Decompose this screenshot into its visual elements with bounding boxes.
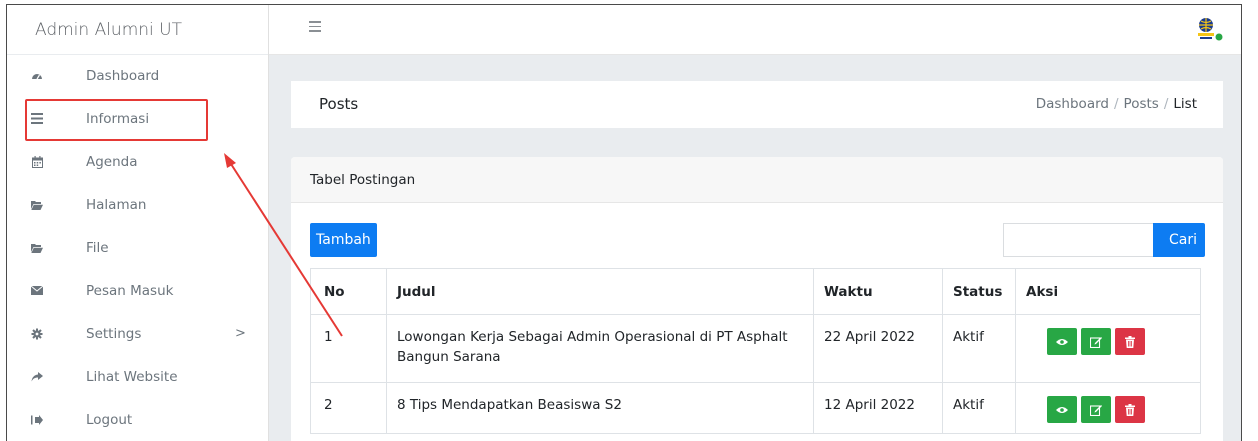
trash-icon xyxy=(1125,403,1135,416)
sidebar-item-label: Halaman xyxy=(86,196,147,213)
sidebar-item-agenda[interactable]: Agenda xyxy=(7,140,268,183)
column-header-judul: Judul xyxy=(386,268,814,315)
search-button[interactable]: Cari xyxy=(1153,223,1205,257)
cell-aksi xyxy=(1015,314,1201,383)
cell-judul: Lowongan Kerja Sebagai Admin Operasional… xyxy=(386,314,814,383)
sidebar-item-label: Pesan Masuk xyxy=(86,282,174,299)
sidebar-item-logout[interactable]: Logout xyxy=(7,398,268,441)
table-row: 2 8 Tips Mendapatkan Beasiswa S2 12 Apri… xyxy=(310,382,1201,434)
card-title: Tabel Postingan xyxy=(291,157,1223,203)
column-header-aksi: Aksi xyxy=(1015,268,1201,315)
sidebar-item-dashboard[interactable]: Dashboard xyxy=(7,54,268,97)
sidebar-item-lihat-website[interactable]: Lihat Website xyxy=(7,355,268,398)
edit-button[interactable] xyxy=(1081,328,1111,355)
view-button[interactable] xyxy=(1047,328,1077,355)
sidebar-item-settings[interactable]: Settings > xyxy=(7,312,268,355)
hamburger-icon[interactable] xyxy=(309,21,321,33)
cell-waktu: 22 April 2022 xyxy=(813,314,943,383)
sidebar-item-halaman[interactable]: Halaman xyxy=(7,183,268,226)
share-icon xyxy=(31,371,43,383)
chevron-right-icon: > xyxy=(235,326,246,341)
page-title: Posts xyxy=(319,95,359,113)
delete-button[interactable] xyxy=(1115,328,1145,355)
eye-icon xyxy=(1056,406,1068,413)
topbar xyxy=(269,5,1241,55)
eye-icon xyxy=(1056,338,1068,345)
sidebar-item-pesan-masuk[interactable]: Pesan Masuk xyxy=(7,269,268,312)
logo-icon xyxy=(1195,15,1223,43)
posts-table: No Judul Waktu Status Aksi 1 Lowongan Ke… xyxy=(310,268,1201,434)
add-post-button[interactable]: Tambah xyxy=(310,223,377,257)
cell-judul: 8 Tips Mendapatkan Beasiswa S2 xyxy=(386,382,814,434)
posts-card: Tabel Postingan Tambah Cari No Judul Wak… xyxy=(291,157,1223,441)
sidebar-item-file[interactable]: File xyxy=(7,226,268,269)
annotation-highlight-box xyxy=(25,99,208,141)
sidebar: Admin Alumni UT Dashboard Informasi Agen… xyxy=(7,5,269,441)
table-row: 1 Lowongan Kerja Sebagai Admin Operasion… xyxy=(310,314,1201,383)
folder-icon xyxy=(31,199,43,211)
trash-icon xyxy=(1125,335,1135,348)
sidebar-item-label: File xyxy=(86,239,109,256)
sidebar-item-label: Logout xyxy=(86,411,133,428)
cell-no: 2 xyxy=(310,382,387,434)
app-window: Admin Alumni UT Dashboard Informasi Agen… xyxy=(6,4,1242,441)
envelope-icon xyxy=(31,285,43,297)
column-header-waktu: Waktu xyxy=(813,268,943,315)
sidebar-item-label: Settings xyxy=(86,325,142,342)
gear-icon xyxy=(31,328,43,340)
breadcrumb-list: List xyxy=(1173,96,1197,112)
edit-button[interactable] xyxy=(1081,396,1111,423)
breadcrumb-separator: / xyxy=(1113,96,1119,112)
breadcrumb: Dashboard / Posts / List xyxy=(1036,96,1197,112)
column-header-no: No xyxy=(310,268,387,315)
page-header: Posts Dashboard / Posts / List xyxy=(291,81,1223,128)
breadcrumb-dashboard[interactable]: Dashboard xyxy=(1036,96,1109,112)
table-header-row: No Judul Waktu Status Aksi xyxy=(310,268,1201,315)
sign-out-icon xyxy=(31,414,43,426)
folder-icon xyxy=(31,242,43,254)
calendar-icon xyxy=(31,155,43,168)
delete-button[interactable] xyxy=(1115,396,1145,423)
view-button[interactable] xyxy=(1047,396,1077,423)
search-form: Cari xyxy=(1003,223,1205,257)
cell-status: Aktif xyxy=(942,382,1016,434)
edit-icon xyxy=(1090,404,1102,416)
column-header-status: Status xyxy=(942,268,1016,315)
sidebar-item-label: Dashboard xyxy=(86,67,160,84)
brand-title: Admin Alumni UT xyxy=(7,5,268,55)
breadcrumb-separator: / xyxy=(1163,96,1169,112)
search-input[interactable] xyxy=(1003,223,1153,257)
cell-no: 1 xyxy=(310,314,387,383)
breadcrumb-posts[interactable]: Posts xyxy=(1124,96,1159,112)
row-actions xyxy=(1026,327,1190,355)
dashboard-icon xyxy=(31,70,43,82)
sidebar-item-label: Lihat Website xyxy=(86,368,178,385)
cell-status: Aktif xyxy=(942,314,1016,383)
row-actions xyxy=(1026,395,1190,423)
sidebar-item-label: Agenda xyxy=(86,153,138,170)
cell-waktu: 12 April 2022 xyxy=(813,382,943,434)
cell-aksi xyxy=(1015,382,1201,434)
edit-icon xyxy=(1090,336,1102,348)
